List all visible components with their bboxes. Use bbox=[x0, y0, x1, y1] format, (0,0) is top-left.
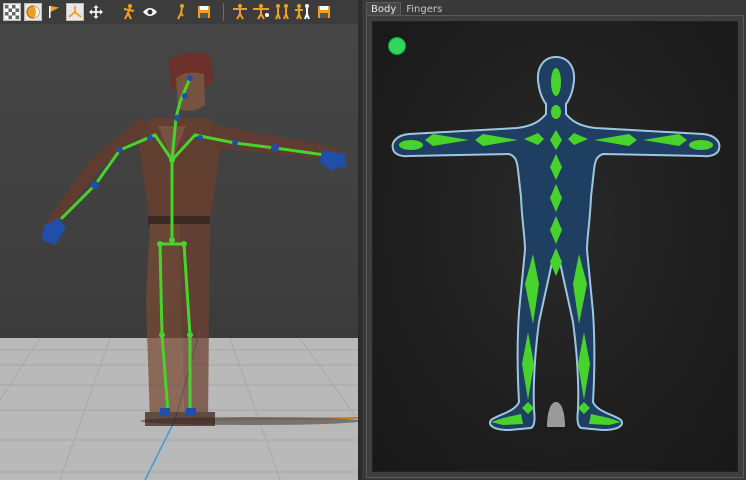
save-pose-icon[interactable] bbox=[315, 3, 333, 21]
mirror-pose-icon[interactable] bbox=[231, 3, 249, 21]
avatar-inspector: Body Fingers bbox=[362, 0, 746, 480]
eye-icon[interactable] bbox=[141, 3, 159, 21]
flag-icon[interactable] bbox=[45, 3, 63, 21]
character-skeleton-view[interactable] bbox=[0, 24, 358, 480]
body-silhouette[interactable] bbox=[373, 22, 739, 473]
enforce-tpose-icon[interactable] bbox=[294, 3, 312, 21]
toolbar-separator bbox=[223, 3, 224, 21]
avatar-panel bbox=[366, 15, 744, 478]
disk-icon[interactable] bbox=[195, 3, 213, 21]
neck-bone-marker bbox=[551, 105, 561, 119]
reset-pose-icon[interactable] bbox=[273, 3, 291, 21]
right-hand-marker bbox=[689, 140, 713, 150]
move-icon[interactable] bbox=[87, 3, 105, 21]
checker-icon[interactable] bbox=[3, 3, 21, 21]
head-bone-marker bbox=[551, 68, 561, 96]
tab-fingers[interactable]: Fingers bbox=[401, 2, 447, 16]
tab-body[interactable]: Body bbox=[366, 2, 402, 16]
axis-icon[interactable] bbox=[66, 3, 84, 21]
mapping-status-indicator bbox=[388, 37, 406, 55]
sphere-icon[interactable] bbox=[24, 3, 42, 21]
scene-viewport[interactable] bbox=[0, 0, 358, 480]
viewport-toolbar bbox=[0, 0, 358, 24]
pose-save-icon[interactable] bbox=[174, 3, 192, 21]
left-hand-marker bbox=[399, 140, 423, 150]
optional-root-marker bbox=[547, 402, 565, 427]
inspector-tabs: Body Fingers bbox=[366, 2, 447, 16]
pose-icon[interactable] bbox=[120, 3, 138, 21]
tpose-icon[interactable] bbox=[252, 3, 270, 21]
avatar-body-map[interactable] bbox=[372, 21, 738, 472]
